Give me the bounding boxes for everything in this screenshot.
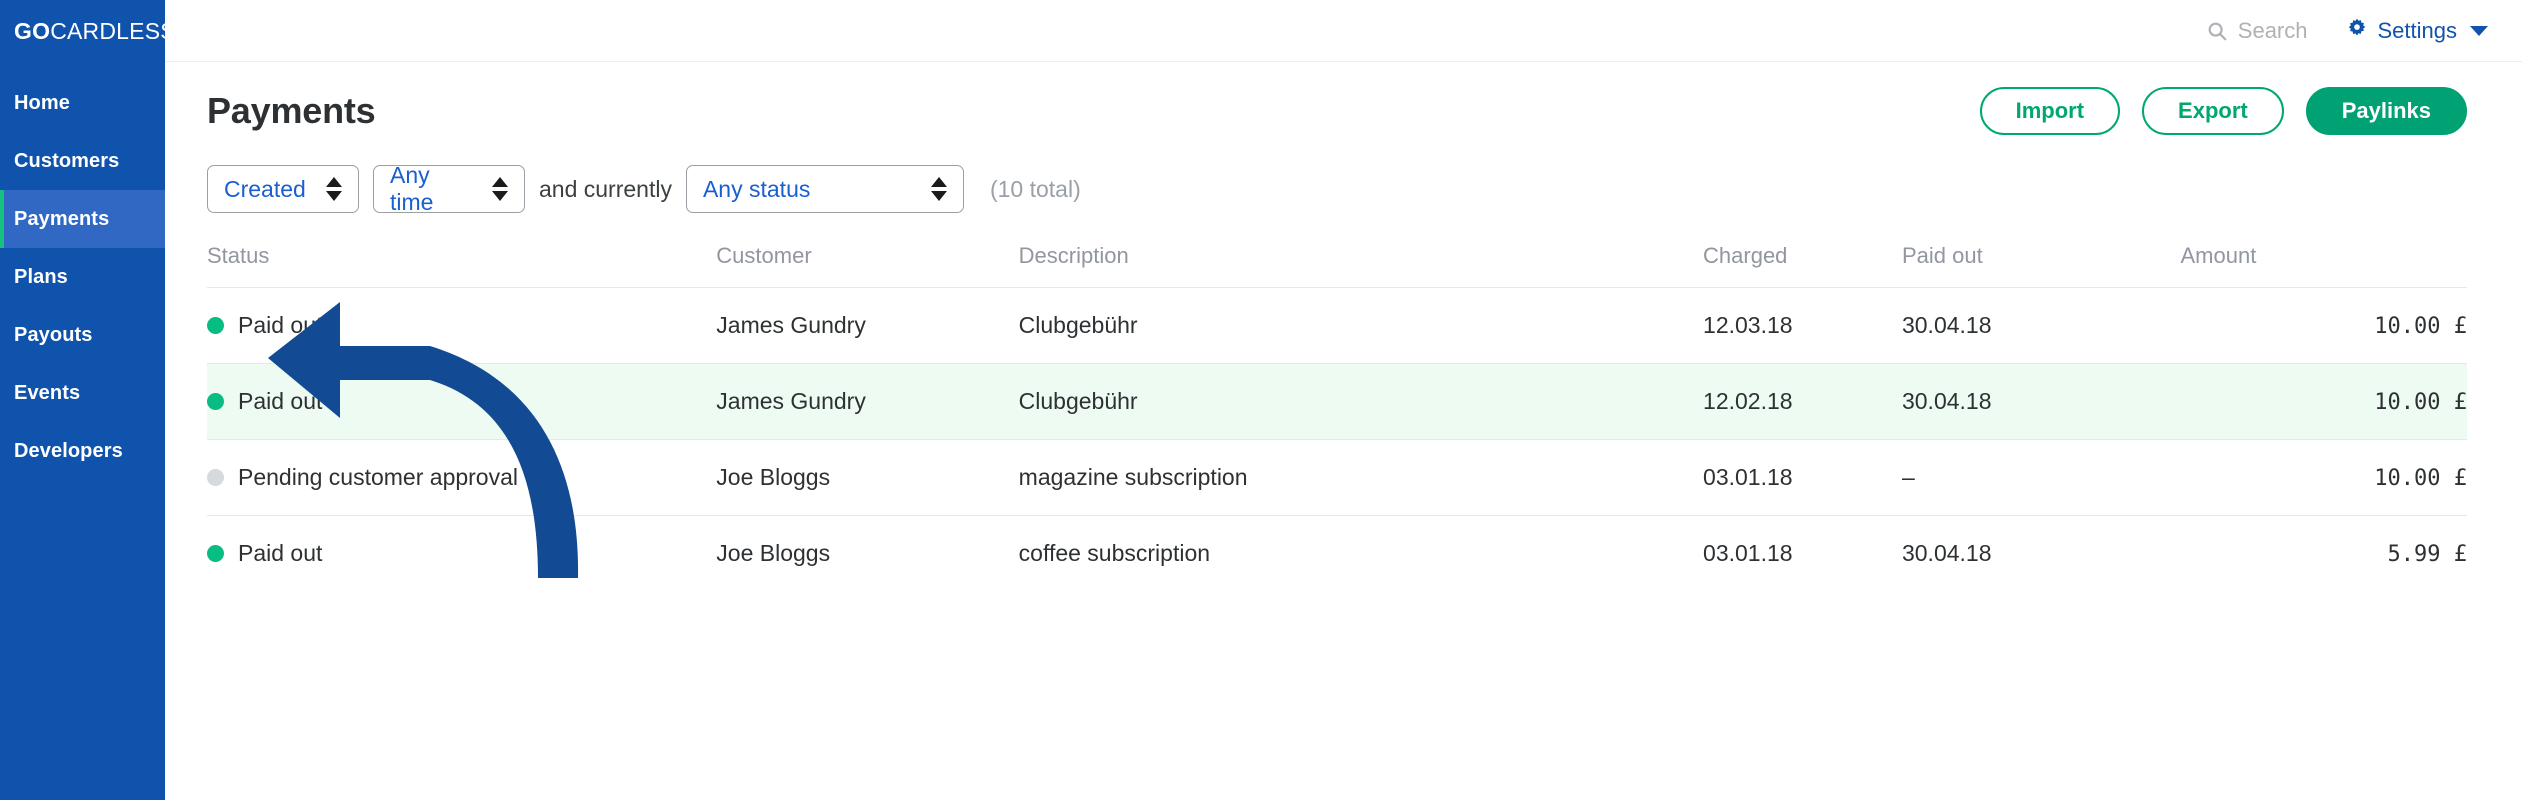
search-label: Search — [2237, 17, 2308, 43]
filter-bar: Created Any time and currently Any statu… — [207, 162, 2467, 215]
sidebar-item-customers[interactable]: Customers — [0, 132, 165, 190]
column-header-customer[interactable]: Customer — [716, 243, 1018, 288]
cell-description: magazine subscription — [1018, 439, 1704, 516]
result-count: (10 total) — [989, 175, 1081, 202]
cell-amount: 10.00 £ — [2180, 287, 2467, 364]
cell-customer: Joe Bloggs — [716, 439, 1019, 516]
table-row[interactable]: Paid out James Gundry Clubgebühr 12.02.1… — [207, 363, 2467, 440]
search-icon — [2206, 20, 2228, 42]
table-row[interactable]: Pending customer approval Joe Bloggs mag… — [207, 439, 2467, 516]
cell-paid-out: – — [1901, 439, 2181, 516]
payments-table: Status Customer Description Charged Paid… — [207, 243, 2467, 592]
sidebar-nav: Home Customers Payments Plans Payouts Ev… — [0, 74, 165, 480]
column-header-paid-out[interactable]: Paid out — [1902, 243, 2181, 288]
cell-status: Paid out — [207, 287, 717, 364]
cell-paid-out: 30.04.18 — [1901, 363, 2181, 440]
status-label: Paid out — [238, 312, 323, 338]
page-title: Payments — [207, 90, 376, 131]
sidebar-item-label: Developers — [14, 439, 123, 462]
status-dot-green — [207, 317, 224, 334]
status-label: Paid out — [238, 540, 323, 567]
sidebar: GO CARDLESS Home Customers Payments Plans… — [0, 0, 176, 800]
column-header-charged[interactable]: Charged — [1703, 243, 1902, 288]
table-header-row: Status Customer Description Charged Paid… — [207, 243, 2467, 288]
cell-description: Clubgebühr — [1018, 363, 1704, 440]
status-label: Paid out — [238, 388, 323, 414]
cell-customer: James Gundry — [716, 363, 1019, 440]
cell-description: coffee subscription — [1018, 515, 1704, 592]
sidebar-item-label: Plans — [14, 265, 68, 288]
spinner-icon — [326, 177, 342, 201]
gear-icon — [2346, 17, 2368, 44]
table-row[interactable]: Paid out Joe Bloggs coffee subscription … — [207, 515, 2467, 592]
cell-status: Paid out — [207, 515, 717, 592]
field-select-value: Created — [224, 175, 306, 202]
cell-status: Pending customer approval — [207, 439, 717, 516]
brand-logo-light: CARDLESS — [50, 17, 176, 44]
sidebar-item-events[interactable]: Events — [0, 364, 165, 422]
page-actions: Import Export Paylinks — [1979, 87, 2467, 135]
export-button[interactable]: Export — [2142, 87, 2284, 135]
cell-paid-out: 30.04.18 — [1901, 515, 2181, 592]
status-select-value: Any status — [702, 175, 811, 202]
table-head: Status Customer Description Charged Paid… — [207, 243, 2467, 288]
cell-amount: 10.00 £ — [2180, 439, 2467, 516]
app-root: GO CARDLESS Home Customers Payments Plans… — [0, 0, 2522, 800]
sidebar-item-plans[interactable]: Plans — [0, 248, 165, 306]
brand-logo[interactable]: GO CARDLESS — [0, 0, 176, 62]
column-header-amount[interactable]: Amount — [2180, 243, 2467, 288]
import-button[interactable]: Import — [1979, 87, 2121, 135]
main-area: Search Settings Payments Import Export P… — [165, 0, 2522, 800]
search-button[interactable]: Search — [2206, 18, 2308, 44]
sidebar-item-developers[interactable]: Developers — [0, 422, 165, 480]
cell-charged: 03.01.18 — [1703, 515, 1902, 592]
brand-logo-strong: GO — [14, 17, 51, 44]
cell-amount: 5.99 £ — [2180, 515, 2467, 592]
cell-paid-out: 30.04.18 — [1901, 287, 2181, 364]
cell-amount: 10.00 £ — [2180, 363, 2467, 440]
spinner-icon — [930, 177, 947, 201]
settings-menu[interactable]: Settings — [2346, 17, 2488, 44]
column-header-description[interactable]: Description — [1019, 243, 1703, 288]
spinner-icon — [492, 177, 508, 201]
column-header-status[interactable]: Status — [207, 243, 716, 288]
paylinks-button[interactable]: Paylinks — [2305, 87, 2467, 135]
table-body: Paid out James Gundry Clubgebühr 12.03.1… — [207, 287, 2467, 592]
settings-label: Settings — [2377, 17, 2458, 43]
sidebar-item-label: Payments — [14, 207, 110, 230]
status-dot-green — [207, 545, 224, 563]
sidebar-item-label: Home — [14, 91, 70, 114]
cell-status: Paid out — [207, 363, 717, 440]
field-select[interactable]: Created — [207, 165, 359, 213]
top-bar: Search Settings — [165, 0, 2522, 62]
table-row[interactable]: Paid out James Gundry Clubgebühr 12.03.1… — [207, 287, 2467, 364]
time-select-value: Any time — [390, 162, 434, 215]
cell-charged: 12.02.18 — [1703, 363, 1902, 440]
sidebar-item-payments[interactable]: Payments — [0, 190, 165, 248]
time-select[interactable]: Any time — [373, 162, 525, 215]
sidebar-item-home[interactable]: Home — [0, 74, 165, 132]
sidebar-item-payouts[interactable]: Payouts — [0, 306, 165, 364]
sidebar-item-label: Payouts — [14, 323, 93, 346]
page-content: Payments Import Export Paylinks Created … — [165, 62, 2522, 592]
status-dot-grey — [207, 469, 224, 486]
sidebar-item-label: Customers — [14, 149, 120, 172]
sidebar-item-label: Events — [14, 381, 81, 404]
chevron-down-icon — [2470, 25, 2488, 36]
page-header: Payments Import Export Paylinks — [207, 62, 2467, 135]
cell-description: Clubgebühr — [1018, 287, 1704, 364]
cell-customer: James Gundry — [716, 287, 1019, 364]
status-dot-green — [207, 393, 224, 410]
cell-charged: 03.01.18 — [1703, 439, 1902, 516]
status-label: Pending customer approval — [238, 464, 518, 490]
filter-conjunction: and currently — [539, 175, 672, 202]
cell-customer: Joe Bloggs — [716, 515, 1019, 592]
status-select[interactable]: Any status — [685, 165, 964, 213]
cell-charged: 12.03.18 — [1703, 287, 1902, 364]
